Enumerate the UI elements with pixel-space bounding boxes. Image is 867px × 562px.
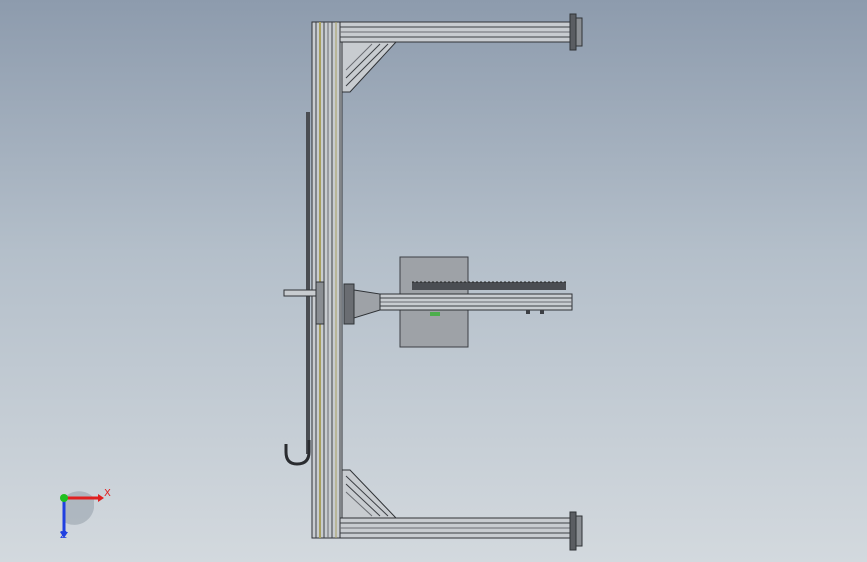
z-axis-label: Z (60, 530, 67, 541)
vertical-column[interactable] (306, 21, 343, 539)
bottom-arm[interactable] (339, 469, 583, 551)
hook-icon[interactable] (284, 440, 311, 466)
gantry-frame-icon[interactable] (0, 0, 867, 562)
y-axis-dot-icon (60, 494, 68, 502)
top-arm[interactable] (339, 13, 583, 93)
side-bracket[interactable] (283, 281, 325, 325)
cad-viewport[interactable]: X Z (0, 0, 867, 562)
x-axis-label: X (104, 488, 111, 499)
